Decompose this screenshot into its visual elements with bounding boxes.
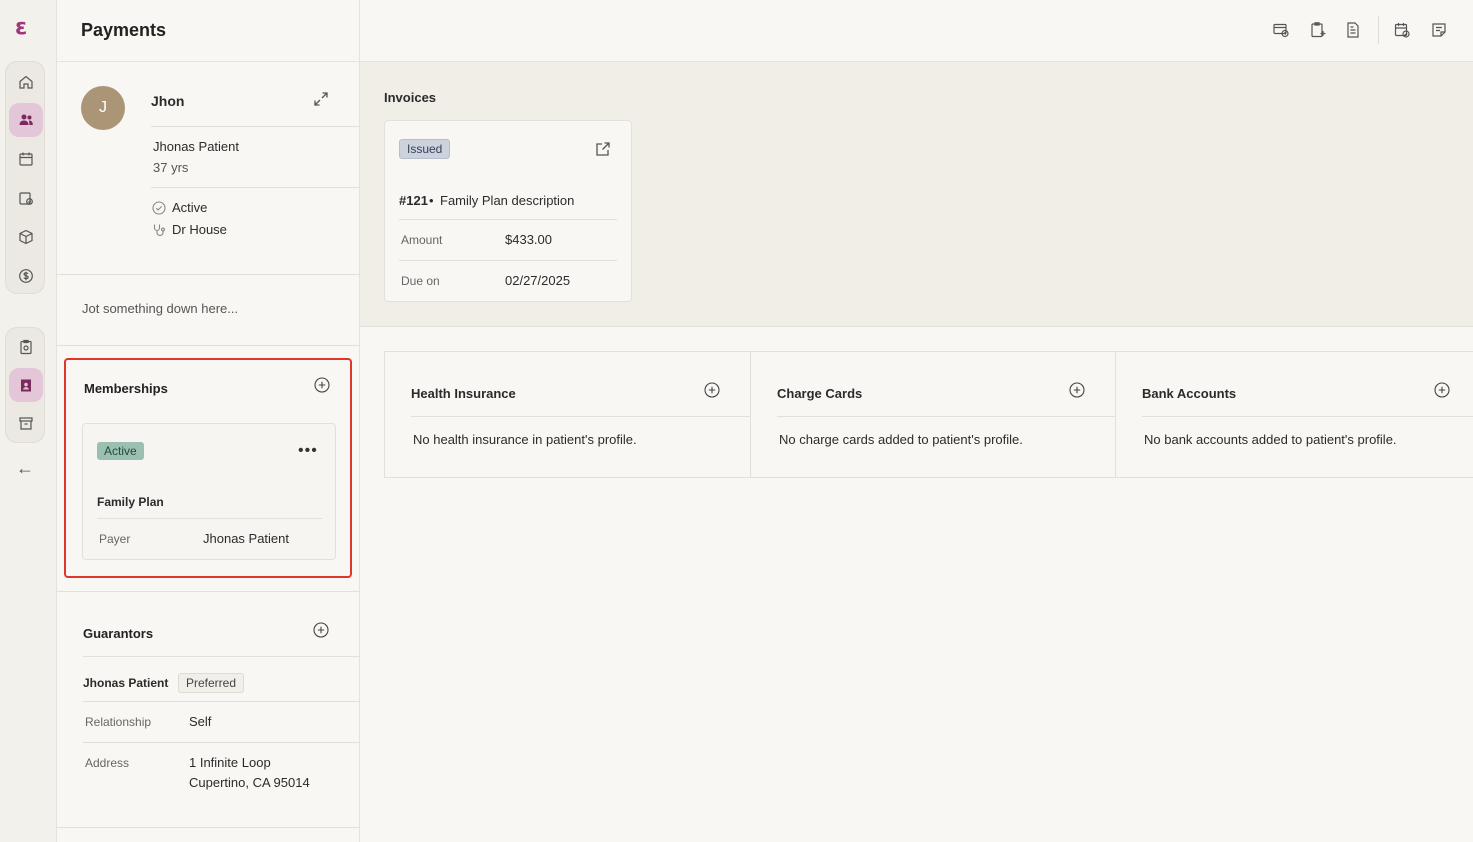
divider xyxy=(83,701,360,702)
address-line2: Cupertino, CA 95014 xyxy=(189,775,310,790)
preferred-badge: Preferred xyxy=(178,673,245,693)
page-title: Payments xyxy=(81,20,167,40)
charge-cards-title: Charge Cards xyxy=(777,386,863,401)
divider xyxy=(83,742,360,743)
stethoscope-icon xyxy=(153,224,165,236)
divider xyxy=(83,656,360,657)
archive-icon[interactable] xyxy=(9,406,43,440)
patients-icon[interactable] xyxy=(9,103,43,137)
invoice-number: #121 xyxy=(399,193,428,208)
due-value: 02/27/2025 xyxy=(505,273,571,288)
dollar-icon[interactable] xyxy=(9,259,43,293)
primary-doctor: Dr House xyxy=(172,222,227,237)
note-icon[interactable] xyxy=(1430,21,1448,39)
payer-label: Payer xyxy=(99,532,131,546)
health-insurance-empty: No health insurance in patient's profile… xyxy=(413,432,637,447)
external-link-icon[interactable] xyxy=(595,141,611,157)
divider xyxy=(57,345,360,346)
clipboard-plus-icon[interactable] xyxy=(1309,21,1327,39)
patient-status: Active xyxy=(172,200,208,215)
app-logo[interactable]: ε xyxy=(15,17,35,39)
divider xyxy=(151,126,360,127)
payer-value: Jhonas Patient xyxy=(203,531,290,546)
charge-cards-empty: No charge cards added to patient's profi… xyxy=(779,432,1023,447)
left-rail: ε ← xyxy=(0,0,57,842)
memberships-section: Memberships Active ••• Family Plan Payer… xyxy=(64,358,352,578)
invoice-bullet: • xyxy=(429,193,434,208)
amount-value: $433.00 xyxy=(505,232,552,247)
due-label: Due on xyxy=(401,274,440,288)
status-row: Active xyxy=(152,200,207,215)
panel-header: Payments xyxy=(57,0,359,62)
guarantor-name: Jhonas Patient xyxy=(83,676,169,690)
divider xyxy=(777,416,1115,417)
back-arrow-icon[interactable]: ← xyxy=(16,458,34,479)
relationship-label: Relationship xyxy=(85,715,152,729)
patient-full-name: Jhonas Patient xyxy=(153,139,240,154)
patient-name: Jhon xyxy=(151,93,185,109)
relationship-value: Self xyxy=(189,714,212,729)
membership-card[interactable]: Active ••• Family Plan Payer Jhonas Pati… xyxy=(82,423,336,560)
add-charge-card-icon[interactable] xyxy=(1069,382,1085,398)
nav-group-main xyxy=(5,61,45,294)
patient-panel: Payments J Jhon Jhonas Patient 37 yrs Ac… xyxy=(57,0,360,842)
divider xyxy=(57,827,360,828)
bank-accounts-empty: No bank accounts added to patient's prof… xyxy=(1144,432,1397,447)
divider xyxy=(57,274,360,275)
add-membership-icon[interactable] xyxy=(314,377,330,393)
payment-methods-row: Health Insurance No health insurance in … xyxy=(384,351,1473,478)
card-clock-icon[interactable] xyxy=(1272,21,1290,39)
id-badge-icon[interactable] xyxy=(9,368,43,402)
invoice-status-badge: Issued xyxy=(399,139,451,159)
membership-status-badge: Active xyxy=(97,442,144,460)
more-options-icon[interactable]: ••• xyxy=(298,443,318,459)
charge-cards-card: Charge Cards No charge cards added to pa… xyxy=(751,352,1115,477)
package-icon[interactable] xyxy=(9,220,43,254)
divider xyxy=(1142,416,1473,417)
divider xyxy=(57,591,360,592)
avatar: J xyxy=(81,86,125,130)
top-toolbar xyxy=(360,0,1473,62)
bank-accounts-card: Bank Accounts No bank accounts added to … xyxy=(1116,352,1473,477)
amount-label: Amount xyxy=(401,233,443,247)
divider xyxy=(97,518,322,519)
document-icon[interactable] xyxy=(1344,21,1362,39)
doctor-row: Dr House xyxy=(152,222,227,237)
address-label: Address xyxy=(85,756,130,770)
health-insurance-title: Health Insurance xyxy=(411,386,516,401)
check-circle-icon xyxy=(152,200,166,215)
divider xyxy=(399,260,617,261)
invoices-section: Invoices Issued #121 • Family Plan descr… xyxy=(360,62,1473,327)
divider xyxy=(151,187,360,188)
note-input[interactable]: Jot something down here... xyxy=(82,301,238,316)
patient-age: 37 yrs xyxy=(153,160,189,175)
membership-plan: Family Plan xyxy=(97,495,164,509)
memberships-title: Memberships xyxy=(84,381,168,396)
address-line1: 1 Infinite Loop xyxy=(189,755,271,770)
add-bank-account-icon[interactable] xyxy=(1434,382,1450,398)
calendar-icon[interactable] xyxy=(9,142,43,176)
invoices-title: Invoices xyxy=(384,90,437,105)
divider xyxy=(411,416,750,417)
calendar-check-icon[interactable] xyxy=(1393,21,1411,39)
health-insurance-card: Health Insurance No health insurance in … xyxy=(385,352,750,477)
home-icon[interactable] xyxy=(9,65,43,99)
invoice-description: Family Plan description xyxy=(440,193,575,208)
bank-accounts-title: Bank Accounts xyxy=(1142,386,1237,401)
expand-icon[interactable] xyxy=(312,90,330,108)
toolbar-divider xyxy=(1378,16,1379,44)
invoice-card[interactable]: Issued #121 • Family Plan description Am… xyxy=(384,120,632,302)
add-health-insurance-icon[interactable] xyxy=(704,382,720,398)
calendar-check-icon[interactable] xyxy=(9,181,43,215)
clipboard-icon[interactable] xyxy=(9,330,43,364)
guarantors-title: Guarantors xyxy=(83,626,154,641)
divider xyxy=(399,219,617,220)
add-guarantor-icon[interactable] xyxy=(313,622,329,638)
main-content: Invoices Issued #121 • Family Plan descr… xyxy=(360,0,1473,842)
nav-group-secondary xyxy=(5,327,45,443)
